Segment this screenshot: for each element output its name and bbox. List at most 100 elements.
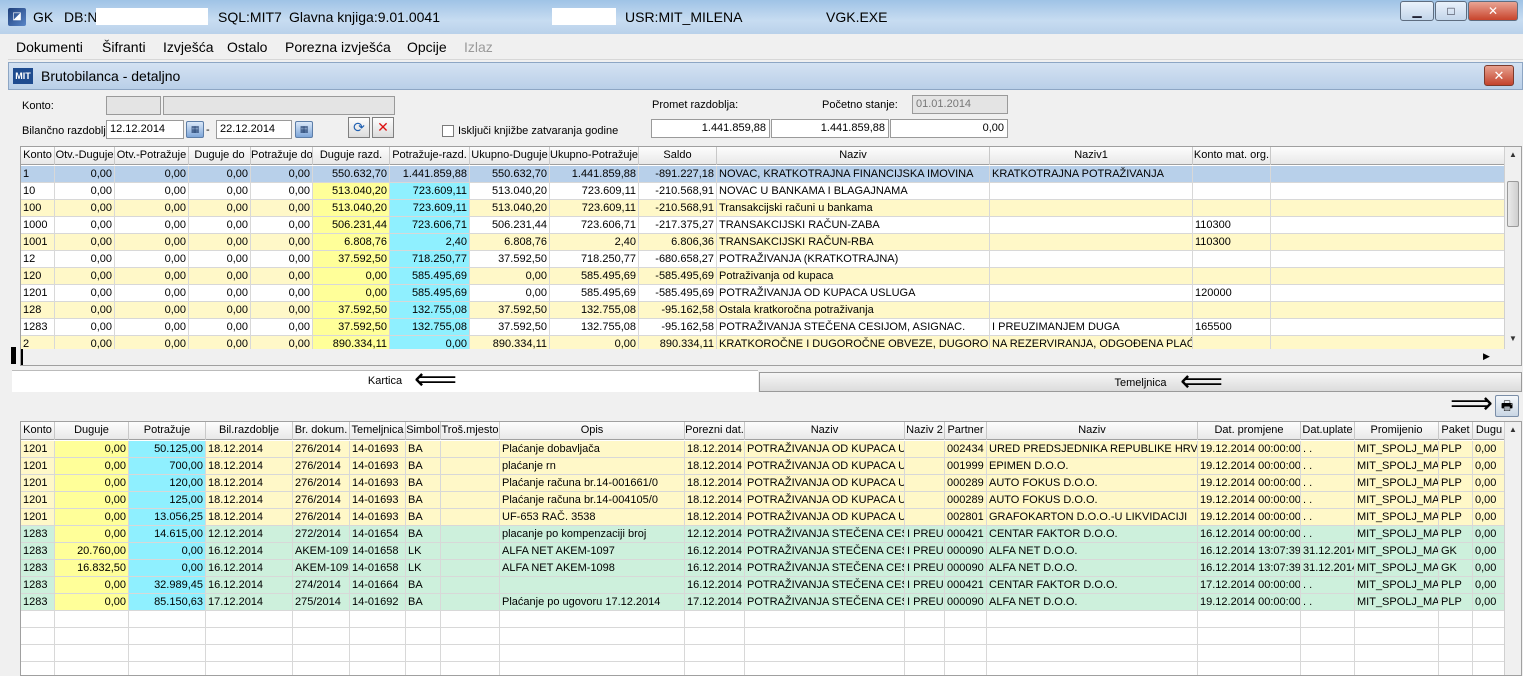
column-header[interactable]: Duguje do (189, 147, 251, 165)
table-row[interactable]: 100 0,00 0,00 0,00 0,00 513.040,20 723.609,11 5… (21, 200, 1506, 217)
refresh-button[interactable]: ⟳ (348, 117, 370, 138)
column-header[interactable]: Opis (500, 422, 685, 440)
table-row[interactable]: 10 0,00 0,00 0,00 0,00 513.040,20 723.609,11 51… (21, 183, 1506, 200)
table-row[interactable]: 1201 0,00 125,00 18.12.2014 276/2014 14-01693… (21, 492, 1506, 509)
column-header[interactable]: Potražuje-razd. (390, 147, 470, 165)
menu-izvjesca[interactable]: Izvješća (163, 39, 214, 55)
calendar-from-icon[interactable]: ▦ (186, 121, 204, 138)
pocetno-date-input[interactable]: 01.01.2014 (912, 95, 1008, 114)
exclude-closing-checkbox[interactable] (442, 125, 454, 137)
menu-opcije[interactable]: Opcije (407, 39, 447, 55)
table-cell: 0,00 (189, 217, 251, 233)
column-header[interactable]: Naziv (987, 422, 1198, 440)
balance-grid-vscroll[interactable]: ▲ ▼ (1504, 147, 1521, 349)
column-header[interactable]: Temeljnica (350, 422, 406, 440)
table-row[interactable]: 1201 0,00 120,00 18.12.2014 276/2014 14-01693… (21, 475, 1506, 492)
column-header[interactable]: Saldo (639, 147, 717, 165)
column-header[interactable]: Troš.mjesto (441, 422, 500, 440)
menu-dokumenti[interactable]: Dokumenti (16, 39, 83, 55)
column-header[interactable]: Porezni dat. (685, 422, 745, 440)
table-row[interactable]: 12 0,00 0,00 0,00 0,00 37.592,50 718.250,77 37.… (21, 251, 1506, 268)
column-header[interactable]: Br. dokum. (293, 422, 350, 440)
scroll-down-icon[interactable]: ▼ (1505, 331, 1521, 347)
column-header[interactable]: Naziv (745, 422, 905, 440)
column-header[interactable]: Dat. promjene (1198, 422, 1301, 440)
table-row[interactable]: 1283 0,00 14.615,00 12.12.2014 272/2014 14-01… (21, 526, 1506, 543)
column-header[interactable]: Ukupno-Duguje (470, 147, 550, 165)
konto-name-input[interactable] (163, 96, 395, 115)
table-row[interactable] (21, 645, 1506, 662)
scroll-up-icon[interactable]: ▲ (1505, 147, 1521, 163)
table-row[interactable]: 1283 0,00 0,00 0,00 0,00 37.592,50 132.755,08 3… (21, 319, 1506, 336)
table-cell: BA (406, 577, 441, 593)
column-header[interactable]: Duguje razd. (313, 147, 390, 165)
column-header[interactable]: Simbol (406, 422, 441, 440)
table-row[interactable]: 1201 0,00 13.056,25 18.12.2014 276/2014 14-01… (21, 509, 1506, 526)
column-header[interactable]: Konto (21, 422, 55, 440)
window-close-button[interactable]: ✕ (1484, 65, 1514, 86)
clear-button[interactable]: ✕ (372, 117, 394, 138)
table-row[interactable]: 1283 0,00 85.150,63 17.12.2014 275/2014 14-01… (21, 594, 1506, 611)
column-header[interactable]: Naziv1 (990, 147, 1193, 165)
scroll-right-icon[interactable]: ▶ (1483, 351, 1490, 362)
scroll-up-icon[interactable]: ▲ (1505, 422, 1521, 438)
balance-grid-hscroll[interactable]: ▶ (21, 349, 1521, 365)
table-row[interactable]: 1 0,00 0,00 0,00 0,00 550.632,70 1.441.859,88 5… (21, 166, 1506, 183)
table-row[interactable]: 1201 0,00 50.125,00 18.12.2014 276/2014 14-01… (21, 441, 1506, 458)
column-header[interactable]: Dat.uplate (1301, 422, 1355, 440)
table-row[interactable] (21, 628, 1506, 645)
table-cell: PLP (1439, 475, 1473, 491)
balance-grid[interactable]: Konto Otv.-Duguje Otv.-Potražuje Duguje do P… (20, 146, 1522, 366)
table-cell (1193, 268, 1271, 284)
table-cell (905, 645, 945, 661)
table-cell: 132.755,08 (390, 302, 470, 318)
table-row[interactable]: 120 0,00 0,00 0,00 0,00 0,00 585.495,69 0,00 585… (21, 268, 1506, 285)
column-header[interactable]: Potražuje do (251, 147, 313, 165)
column-header[interactable]: Dugu (1473, 422, 1506, 440)
column-header[interactable]: Konto mat. org. (1193, 147, 1271, 165)
table-row[interactable]: 1283 20.760,00 0,00 16.12.2014 AKEM-1097 14-0… (21, 543, 1506, 560)
table-cell (406, 645, 441, 661)
print-button[interactable]: 🖶 (1495, 395, 1519, 417)
date-to-input[interactable]: 22.12.2014 (216, 120, 292, 139)
column-header[interactable]: Duguje (55, 422, 129, 440)
table-row[interactable]: 1001 0,00 0,00 0,00 0,00 6.808,76 2,40 6.808,76… (21, 234, 1506, 251)
date-from-input[interactable]: 12.12.2014 (106, 120, 184, 139)
tab-temeljnica[interactable]: Temeljnica (759, 372, 1522, 392)
table-cell (500, 577, 685, 593)
column-header[interactable]: Promijenio (1355, 422, 1439, 440)
maximize-button[interactable]: □ (1435, 1, 1467, 21)
column-header[interactable]: Konto (21, 147, 55, 165)
table-row[interactable]: 1000 0,00 0,00 0,00 0,00 506.231,44 723.606,71… (21, 217, 1506, 234)
column-header[interactable]: Paket (1439, 422, 1473, 440)
column-header[interactable]: Naziv 2 (905, 422, 945, 440)
table-cell: 16.12.2014 (206, 577, 293, 593)
column-header[interactable]: Partner (945, 422, 987, 440)
calendar-to-icon[interactable]: ▦ (295, 121, 313, 138)
column-header[interactable]: Otv.-Potražuje (115, 147, 189, 165)
kartica-grid[interactable]: Konto Duguje Potražuje Bil.razdoblje Br. dok… (20, 421, 1522, 676)
column-header[interactable]: Otv.-Duguje (55, 147, 115, 165)
table-row[interactable]: 1201 0,00 0,00 0,00 0,00 0,00 585.495,69 0,00 58… (21, 285, 1506, 302)
app-icon: ◪ (8, 8, 26, 26)
table-row[interactable]: 1283 0,00 32.989,45 16.12.2014 274/2014 14-01… (21, 577, 1506, 594)
menu-porezna-izvjesca[interactable]: Porezna izvješća (285, 39, 391, 55)
minimize-button[interactable]: ▁ (1400, 1, 1434, 21)
table-row[interactable]: 1283 16.832,50 0,00 16.12.2014 AKEM-1098 14-0… (21, 560, 1506, 577)
kartica-grid-vscroll[interactable]: ▲ (1504, 422, 1521, 675)
tab-kartica[interactable]: Kartica (12, 370, 758, 392)
column-header[interactable]: Bil.razdoblje (206, 422, 293, 440)
close-button[interactable]: ✕ (1468, 1, 1518, 21)
table-row[interactable]: 1201 0,00 700,00 18.12.2014 276/2014 14-01693… (21, 458, 1506, 475)
table-cell: 0,00 (189, 285, 251, 301)
column-header[interactable]: Ukupno-Potražuje (550, 147, 639, 165)
column-header[interactable]: Potražuje (129, 422, 206, 440)
menu-ostalo[interactable]: Ostalo (227, 39, 267, 55)
menu-sifranti[interactable]: Šifranti (102, 39, 146, 55)
table-row[interactable]: 128 0,00 0,00 0,00 0,00 37.592,50 132.755,08 37… (21, 302, 1506, 319)
table-row[interactable] (21, 611, 1506, 628)
konto-input[interactable] (106, 96, 161, 115)
scroll-thumb[interactable] (1507, 181, 1519, 227)
table-row[interactable] (21, 662, 1506, 675)
column-header[interactable]: Naziv (717, 147, 990, 165)
